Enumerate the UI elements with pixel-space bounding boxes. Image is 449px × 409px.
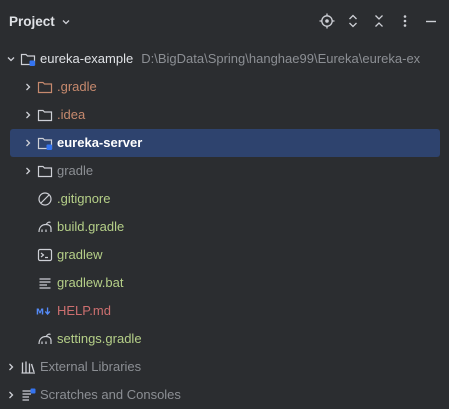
chevron-right-icon[interactable] <box>23 110 33 120</box>
gradle-elephant-icon <box>38 221 52 233</box>
tree-item-label: Scratches and Consoles <box>40 387 181 402</box>
tree-item-label: gradlew.bat <box>57 275 124 290</box>
tree-item-label: gradlew <box>57 247 103 262</box>
tree-item-label: build.gradle <box>57 219 125 234</box>
markdown-icon: M <box>36 307 51 317</box>
tree-item-label: External Libraries <box>40 359 142 374</box>
chevron-right-icon[interactable] <box>23 166 33 176</box>
folder-icon <box>37 109 53 122</box>
chevron-right-icon[interactable] <box>23 82 33 92</box>
svg-text:M: M <box>36 308 44 317</box>
tree-item-label: .gitignore <box>57 191 111 206</box>
root-module-label: eureka-example D:\BigData\Spring\hanghae9… <box>40 51 420 67</box>
chevron-right-icon[interactable] <box>6 390 16 400</box>
folder-icon <box>37 165 53 178</box>
collapse-all-icon[interactable] <box>370 12 388 30</box>
project-view-selector[interactable]: Project <box>9 12 71 30</box>
root-module-name: eureka-example <box>40 51 134 66</box>
tool-window-header: Project <box>0 0 449 40</box>
module-folder-icon <box>20 53 36 66</box>
tree-row-external-libraries[interactable]: External Libraries <box>0 353 449 381</box>
terminal-file-icon <box>37 248 53 262</box>
tree-item-label: settings.gradle <box>57 331 142 346</box>
tree-row-eureka-server[interactable]: eureka-server <box>10 129 440 157</box>
tree-row-gradlew-bat[interactable]: gradlew.bat <box>0 269 449 297</box>
tree-row-gradle-cache[interactable]: .gradle <box>0 73 449 101</box>
tree-row-gitignore[interactable]: .gitignore <box>0 185 449 213</box>
tree-item-label: HELP.md <box>57 303 111 318</box>
gradle-elephant-icon <box>38 333 52 345</box>
expand-collapse-icon[interactable] <box>344 12 362 30</box>
tree-item-label: gradle <box>57 163 94 178</box>
tree-row-gradle[interactable]: gradle <box>0 157 449 185</box>
chevron-right-icon[interactable] <box>6 362 16 372</box>
tree-row-build-gradle[interactable]: build.gradle <box>0 213 449 241</box>
tree-row-settings-gradle[interactable]: settings.gradle <box>0 325 449 353</box>
locate-icon[interactable] <box>318 12 336 30</box>
excluded-folder-icon <box>37 81 53 94</box>
tree-item-label: eureka-server <box>57 135 143 150</box>
scratches-icon <box>22 388 36 401</box>
ignore-file-icon <box>38 192 52 206</box>
tree-row-gradlew[interactable]: gradlew <box>0 241 449 269</box>
chevron-down-icon[interactable] <box>6 54 16 64</box>
library-icon <box>21 361 35 374</box>
chevron-down-icon <box>62 19 70 24</box>
module-folder-icon <box>37 137 53 150</box>
tree-row-root-module[interactable]: eureka-example D:\BigData\Spring\hanghae9… <box>0 45 449 73</box>
tree-row-idea[interactable]: .idea <box>0 101 449 129</box>
tree-row-scratches[interactable]: Scratches and Consoles <box>0 381 449 409</box>
root-module-path: D:\BigData\Spring\hanghae99\Eureka\eurek… <box>141 51 421 66</box>
text-file-icon <box>39 278 51 289</box>
tool-window-title: Project <box>9 13 55 29</box>
tree-item-label: .gradle <box>57 79 97 94</box>
minimize-icon[interactable] <box>422 12 440 30</box>
tree-item-label: .idea <box>57 107 86 122</box>
more-options-icon[interactable] <box>396 12 414 30</box>
tree-row-help-md[interactable]: M HELP.md <box>0 297 449 325</box>
chevron-right-icon[interactable] <box>23 138 33 148</box>
